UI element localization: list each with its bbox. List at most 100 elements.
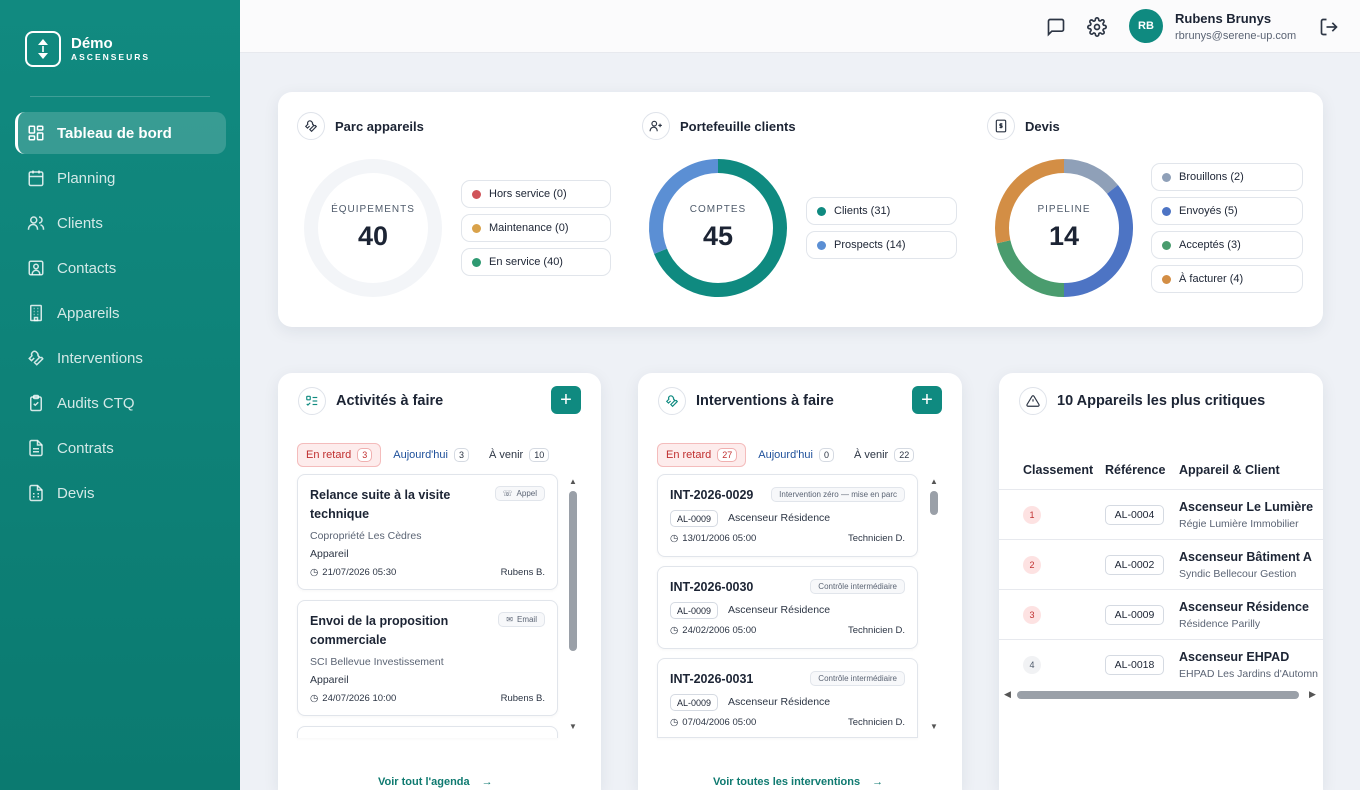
legend-dot (1162, 240, 1171, 250)
intervention-date: ◷ 24/02/2006 05:00 (670, 625, 756, 636)
sidebar-item-tableau-de-bord[interactable]: Tableau de bord (15, 112, 226, 154)
legend-a-facturer[interactable]: À facturer (4) (1151, 265, 1303, 293)
tab-a-venir[interactable]: À venir 10 (481, 443, 557, 467)
activity-title-line: Envoi de la proposition (310, 614, 449, 628)
sidebar-item-label: Interventions (57, 349, 143, 367)
scroll-left-icon[interactable]: ◀ (1004, 689, 1011, 700)
activity-title: Relance suite à la visite technique (310, 486, 450, 524)
legend-label: Acceptés (3) (1179, 239, 1241, 251)
sidebar-item-clients[interactable]: Clients (15, 202, 226, 244)
scrollbar-thumb[interactable] (930, 491, 938, 515)
tab-en-retard[interactable]: En retard 3 (297, 443, 382, 467)
tab-label: Aujourd'hui (393, 449, 448, 461)
tab-count: 3 (453, 448, 469, 462)
legend-prospects[interactable]: Prospects (14) (806, 231, 957, 259)
mail-icon: ✉ (506, 615, 513, 624)
activity-type-tag: ☏ Appel (494, 486, 545, 501)
file-text-icon (29, 439, 43, 457)
tab-a-venir[interactable]: À venir 22 (846, 443, 922, 467)
clients-total: 45 (702, 221, 734, 251)
column-header-classement[interactable]: Classement (1023, 463, 1093, 477)
legend-en-service[interactable]: En service (40) (461, 248, 611, 276)
view-interventions-link[interactable]: Voir toutes les interventions → (713, 776, 883, 788)
activities-title: Activités à faire (336, 393, 444, 409)
donut-slice-brouillons[interactable] (1063, 159, 1118, 194)
table-row[interactable]: 1 AL-0004 Ascenseur Le Lumière Régie Lum… (999, 489, 1323, 539)
intervention-date-value: 24/02/2006 05:00 (682, 625, 757, 636)
sidebar-item-devis[interactable]: Devis (15, 472, 226, 514)
table-row[interactable]: 2 AL-0002 Ascenseur Bâtiment A Syndic Be… (999, 539, 1323, 589)
legend-label: En service (40) (489, 256, 563, 268)
user-plus-icon (642, 112, 670, 140)
devis-legend: Brouillons (2) Envoyés (5) Acceptés (3) … (1151, 163, 1303, 299)
intervention-technician: Technicien D. (847, 625, 905, 636)
scrollbar-thumb[interactable] (569, 491, 577, 651)
column-header-reference[interactable]: Référence (1105, 463, 1165, 477)
add-intervention-button[interactable]: + (912, 386, 942, 414)
intervention-item[interactable]: INT-2026-0029 Intervention zéro — mise e… (657, 474, 918, 557)
tab-aujourdhui[interactable]: Aujourd'hui 0 (750, 443, 842, 467)
legend-envoyes[interactable]: Envoyés (5) (1151, 197, 1303, 225)
sidebar-item-planning[interactable]: Planning (15, 157, 226, 199)
tab-aujourdhui[interactable]: Aujourd'hui 3 (385, 443, 477, 467)
devis-total: 14 (1048, 221, 1080, 251)
phone-icon: ☏ (502, 489, 513, 498)
avatar[interactable]: RB (1129, 9, 1163, 43)
device-client: Syndic Bellecour Gestion (1179, 568, 1297, 580)
sidebar-item-audits-ctq[interactable]: Audits CTQ (15, 382, 226, 424)
activity-owner: Rubens B. (500, 567, 545, 578)
devis-caption: PIPELINE (1037, 204, 1091, 215)
view-agenda-label: Voir tout l'agenda (378, 776, 470, 788)
activity-item[interactable]: Envoi de la proposition commerciale ✉ Emai… (297, 600, 558, 716)
scroll-up-icon[interactable]: ▲ (569, 477, 577, 486)
brand-logo[interactable]: Démo ASCENSEURS (25, 31, 150, 67)
scroll-down-icon[interactable]: ▼ (569, 722, 577, 731)
stats-card: Parc appareils ÉQUIPEMENTS 40 Hors servi… (278, 92, 1323, 327)
sidebar-item-appareils[interactable]: Appareils (15, 292, 226, 334)
device-ref-chip: AL-0009 (1105, 605, 1164, 625)
legend-maintenance[interactable]: Maintenance (0) (461, 214, 611, 242)
parc-donut-label: ÉQUIPEMENTS 40 (303, 204, 443, 252)
scroll-right-icon[interactable]: ▶ (1309, 689, 1316, 700)
legend-acceptes[interactable]: Acceptés (3) (1151, 231, 1303, 259)
sidebar-item-contrats[interactable]: Contrats (15, 427, 226, 469)
clients-donut-label: COMPTES 45 (648, 204, 788, 252)
gear-icon[interactable] (1087, 17, 1107, 37)
column-header-appareil-client[interactable]: Appareil & Client (1179, 463, 1280, 477)
activities-panel: Activités à faire + En retard 3 Aujourd'h… (278, 373, 601, 790)
clock-icon: ◷ (670, 625, 679, 636)
activity-item[interactable]: Relance suite à la visite technique ☏ Appe… (297, 474, 558, 590)
sidebar-item-label: Clients (57, 214, 103, 232)
legend-clients[interactable]: Clients (31) (806, 197, 957, 225)
add-activity-button[interactable]: + (551, 386, 581, 414)
list-check-icon (298, 387, 326, 415)
sidebar-item-label: Contrats (57, 439, 114, 457)
tab-label: En retard (666, 449, 712, 461)
legend-dot (472, 223, 481, 233)
legend-hors-service[interactable]: Hors service (0) (461, 180, 611, 208)
tab-en-retard[interactable]: En retard 27 (657, 443, 747, 467)
activity-item-partial[interactable] (297, 726, 558, 738)
building-icon (30, 304, 42, 322)
message-icon[interactable] (1046, 17, 1066, 37)
logout-icon[interactable] (1319, 17, 1339, 37)
view-agenda-link[interactable]: Voir tout l'agenda → (378, 776, 493, 788)
table-row[interactable]: 4 AL-0018 Ascenseur EHPAD EHPAD Les Jard… (999, 639, 1323, 689)
activities-scrollbar[interactable]: ▲ ▼ (568, 477, 578, 733)
legend-dot (472, 189, 481, 199)
intervention-date-value: 07/04/2006 05:00 (682, 717, 757, 728)
intervention-item[interactable]: INT-2026-0031 Contrôle intermédiaire AL-… (657, 658, 918, 738)
table-row[interactable]: 3 AL-0009 Ascenseur Résidence Résidence … (999, 589, 1323, 639)
sidebar-item-contacts[interactable]: Contacts (15, 247, 226, 289)
interventions-scrollbar[interactable]: ▲ ▼ (929, 477, 939, 733)
sidebar-item-interventions[interactable]: Interventions (15, 337, 226, 379)
user-email: rbrunys@serene-up.com (1175, 30, 1297, 42)
wrench-icon (297, 112, 325, 140)
scroll-down-icon[interactable]: ▼ (930, 722, 938, 731)
intervention-item[interactable]: INT-2026-0030 Contrôle intermédiaire AL-… (657, 566, 918, 649)
clients-title: Portefeuille clients (680, 118, 796, 134)
legend-brouillons[interactable]: Brouillons (2) (1151, 163, 1303, 191)
horizontal-scrollbar[interactable]: ◀ ▶ (999, 687, 1323, 703)
scrollbar-thumb[interactable] (1017, 691, 1299, 699)
scroll-up-icon[interactable]: ▲ (930, 477, 938, 486)
